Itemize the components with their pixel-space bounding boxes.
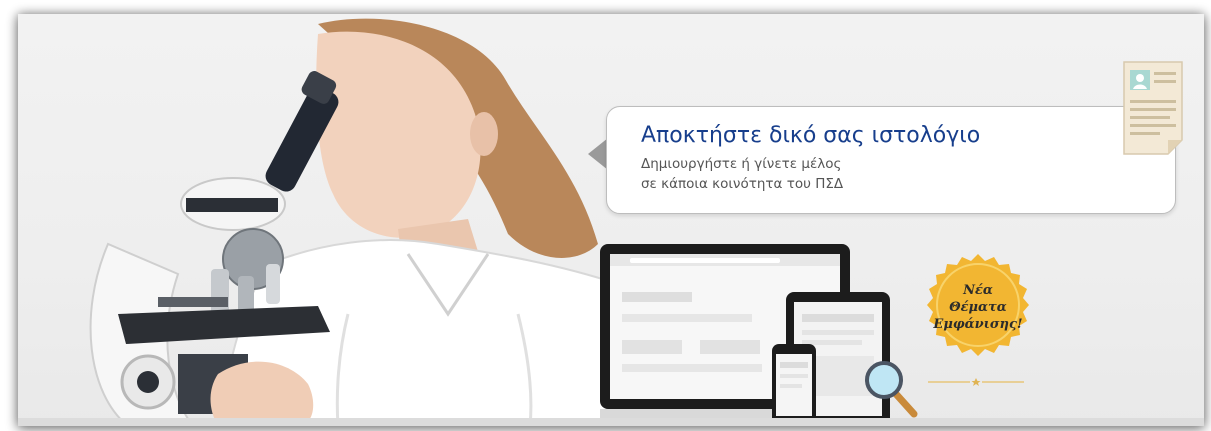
hero-banner[interactable]: Αποκτήστε δικό σας ιστολόγιο Δημιουργήστ… bbox=[18, 14, 1204, 426]
bubble-subtitle: Δημιουργήστε ή γίνετε μέλος σε κάποια κο… bbox=[641, 154, 843, 194]
new-themes-badge[interactable]: Νέα Θέματα Εμφάνισης! bbox=[922, 252, 1034, 364]
badge-line2: Θέματα bbox=[949, 300, 1007, 315]
scientist-illustration bbox=[89, 18, 638, 426]
bubble-subtitle-line1: Δημιουργήστε ή γίνετε μέλος bbox=[641, 156, 842, 172]
phone-icon bbox=[772, 344, 816, 426]
bubble-subtitle-line2: σε κάποια κοινότητα του ΠΣΔ bbox=[641, 176, 844, 192]
bubble-title[interactable]: Αποκτήστε δικό σας ιστολόγιο bbox=[641, 123, 980, 148]
banner-bottom-strip bbox=[18, 418, 1204, 426]
devices-illustration bbox=[600, 244, 918, 426]
document-icon bbox=[1123, 61, 1183, 155]
page-frame: Αποκτήστε δικό σας ιστολόγιο Δημιουργήστ… bbox=[0, 0, 1211, 431]
badge-line1: Νέα bbox=[963, 283, 993, 298]
badge-line3: Εμφάνισης! bbox=[933, 317, 1023, 332]
speech-bubble-tail bbox=[588, 138, 608, 170]
badge-text: Νέα Θέματα Εμφάνισης! bbox=[922, 282, 1034, 333]
badge-divider bbox=[928, 378, 1024, 386]
speech-bubble[interactable]: Αποκτήστε δικό σας ιστολόγιο Δημιουργήστ… bbox=[606, 106, 1176, 214]
